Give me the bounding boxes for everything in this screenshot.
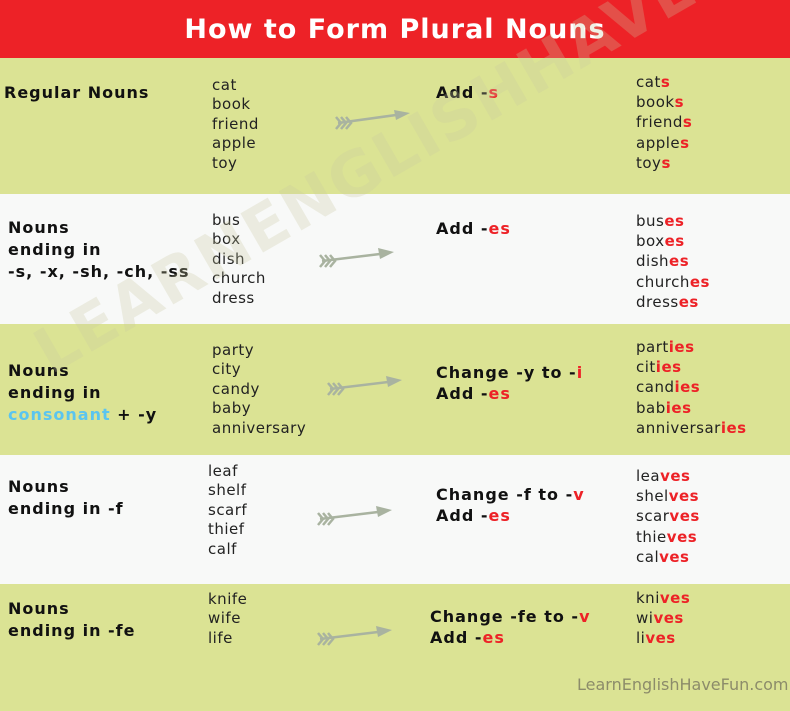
arrow-icon: [319, 248, 394, 268]
category-label: Nouns ending in -s, -x, -sh, -ch, -ss: [8, 217, 189, 283]
plural-word: anniversaries: [636, 418, 747, 437]
singular-list: bus box dish church dress: [212, 211, 266, 308]
page-title: How to Form Plural Nouns: [184, 13, 606, 45]
footer-site-name: LearnEnglishHaveFun.com: [577, 675, 789, 694]
arrow-icon: [317, 506, 392, 526]
rule-row-f: Nouns ending in -f leaf shelf scarf thie…: [0, 455, 790, 584]
singular-word: dress: [212, 288, 255, 307]
plural-word: leaves: [636, 467, 691, 485]
plural-word: boxes: [636, 232, 685, 251]
plural-word: candies: [636, 378, 701, 397]
plural-word: calves: [636, 547, 690, 566]
category-line: ending in -fe: [8, 621, 136, 640]
category-line: Nouns: [8, 361, 70, 380]
plural-word: parties: [636, 338, 695, 356]
rule-row-regular: Regular Nouns cat book friend apple toy …: [0, 58, 790, 194]
plural-word: babies: [636, 398, 692, 417]
singular-word: life: [208, 628, 233, 647]
rule-row-consonant-y: Nouns ending in consonant + -y party cit…: [0, 324, 790, 455]
rule-line: Change -fe to -v: [430, 607, 591, 626]
consonant-highlight: consonant: [8, 405, 111, 424]
plural-word: buses: [636, 212, 685, 230]
category-line: Regular Nouns: [4, 83, 150, 102]
category-line: ending in -f: [8, 499, 124, 518]
rule-text: Add -s: [436, 82, 499, 103]
rule-text: Change -y to -i Add -es: [436, 362, 583, 404]
category-line: Nouns: [8, 477, 70, 496]
category-label: Nouns ending in -fe: [8, 598, 136, 642]
rule-line: Add -es: [430, 628, 505, 647]
plural-word: cats: [636, 73, 671, 91]
plural-list: buses boxes dishes churches dresses: [636, 211, 710, 312]
rule-line: Add -es: [436, 219, 511, 238]
rule-text: Change -fe to -v Add -es: [430, 606, 591, 648]
singular-word: leaf: [208, 462, 238, 480]
singular-word: calf: [208, 539, 237, 558]
category-line: Nouns: [8, 599, 70, 618]
category-line: ending in: [8, 240, 102, 259]
plural-word: lives: [636, 629, 676, 648]
category-line: consonant + -y: [8, 405, 158, 424]
plural-word: cities: [636, 358, 682, 377]
singular-word: city: [212, 360, 242, 379]
plural-word: apples: [636, 133, 690, 152]
singular-list: cat book friend apple toy: [212, 76, 259, 173]
singular-word: party: [212, 341, 255, 359]
category-label: Regular Nouns: [4, 82, 149, 104]
rule-line: Change -y to -i: [436, 363, 584, 382]
rule-line: Add -es: [436, 384, 511, 403]
plural-word: toys: [636, 153, 671, 172]
category-line: Nouns: [8, 218, 70, 237]
singular-word: bus: [212, 211, 241, 229]
arrow-icon: [317, 626, 392, 646]
plural-word: friends: [636, 113, 693, 132]
singular-list: knife wife life: [208, 590, 247, 648]
arrow-icon: [335, 110, 410, 130]
singular-word: shelf: [208, 481, 247, 500]
singular-word: apple: [212, 134, 257, 153]
plural-word: books: [636, 93, 684, 112]
plural-word: knives: [636, 589, 691, 607]
rule-text: Change -f to -v Add -es: [436, 484, 585, 526]
plural-list: knives wives lives: [636, 588, 690, 649]
singular-word: wife: [208, 609, 241, 628]
singular-word: dish: [212, 249, 246, 268]
singular-word: book: [212, 95, 251, 114]
singular-word: anniversary: [212, 418, 307, 437]
singular-word: friend: [212, 114, 259, 133]
singular-word: knife: [208, 590, 248, 608]
singular-word: scarf: [208, 500, 248, 519]
singular-word: baby: [212, 399, 252, 418]
arrow-icon: [327, 376, 402, 396]
singular-word: candy: [212, 379, 260, 398]
singular-word: thief: [208, 520, 245, 539]
plural-word: dresses: [636, 292, 699, 311]
category-line: -s, -x, -sh, -ch, -ss: [8, 262, 190, 281]
plural-word: shelves: [636, 487, 700, 506]
category-label: Nouns ending in -f: [8, 476, 124, 520]
singular-word: cat: [212, 76, 237, 94]
category-line: ending in: [8, 383, 102, 402]
rule-line: Add -es: [436, 506, 511, 525]
category-label: Nouns ending in consonant + -y: [8, 360, 157, 426]
plural-word: thieves: [636, 527, 698, 546]
plural-list: cats books friends apples toys: [636, 72, 692, 173]
plural-word: churches: [636, 272, 710, 291]
plural-list: parties cities candies babies anniversar…: [636, 337, 747, 438]
rule-line: Change -f to -v: [436, 485, 585, 504]
title-banner: How to Form Plural Nouns: [0, 0, 790, 58]
singular-list: leaf shelf scarf thief calf: [208, 462, 247, 559]
plural-word: wives: [636, 609, 684, 628]
rule-row-sibilant: Nouns ending in -s, -x, -sh, -ch, -ss bu…: [0, 194, 790, 324]
rule-line: Add -s: [436, 83, 500, 102]
singular-list: party city candy baby anniversary: [212, 341, 306, 438]
singular-word: box: [212, 230, 241, 249]
rule-text: Add -es: [436, 218, 511, 239]
singular-word: church: [212, 269, 266, 288]
plural-word: dishes: [636, 252, 690, 271]
singular-word: toy: [212, 153, 238, 172]
plural-word: scarves: [636, 507, 700, 526]
plural-list: leaves shelves scarves thieves calves: [636, 466, 700, 567]
